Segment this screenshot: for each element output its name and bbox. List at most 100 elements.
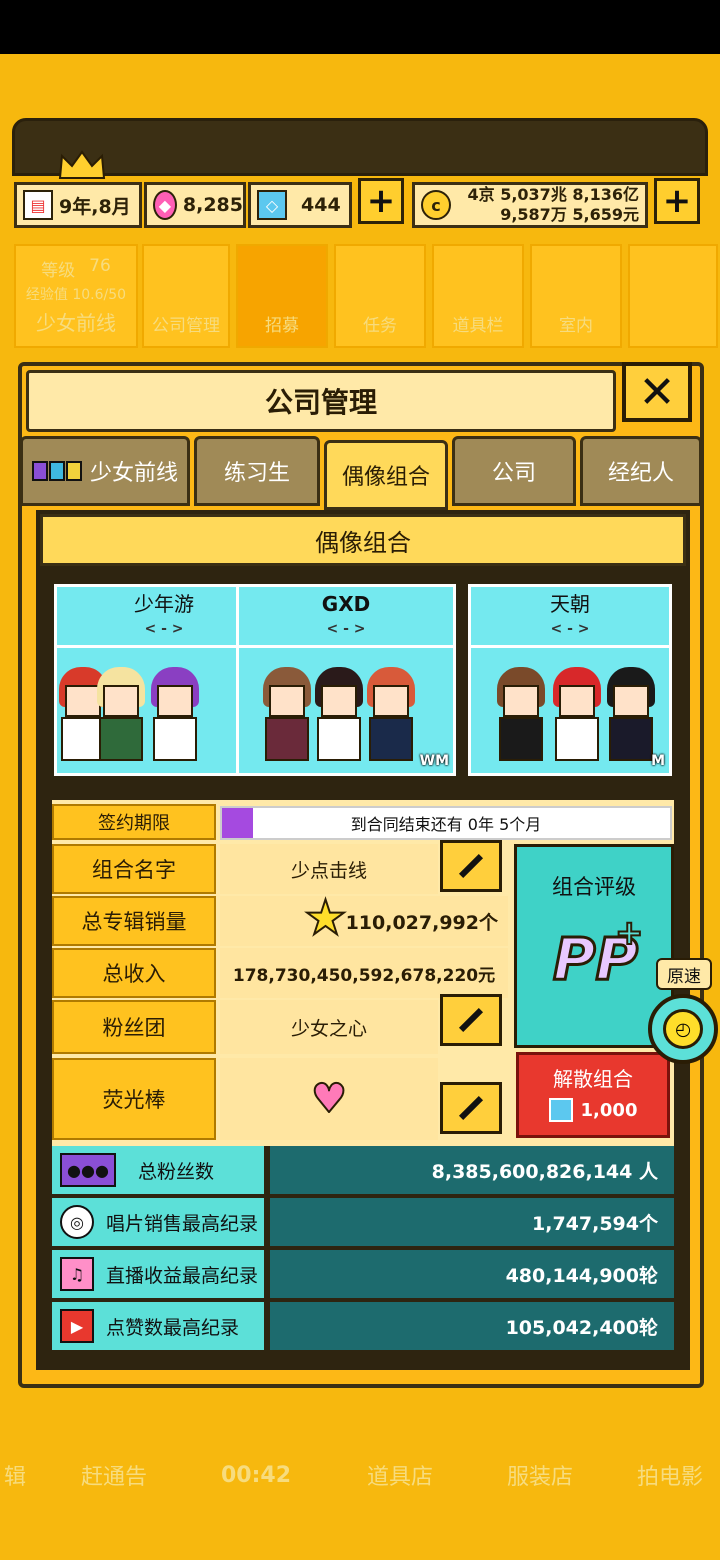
edit-group-name-button[interactable] <box>440 840 502 892</box>
lightstick-label: 荧光棒 <box>52 1058 216 1140</box>
bottom-item-timer-label: 00:42 <box>220 1462 292 1488</box>
speed-toggle-button[interactable]: ◴ <box>648 994 718 1064</box>
clock-icon: ◴ <box>663 1009 703 1049</box>
tab-company-label: 公司 <box>491 461 536 486</box>
group-card-3[interactable]: 天朝 < - > M <box>468 584 672 776</box>
tab-girls-frontline[interactable]: 少女前线 <box>20 436 190 506</box>
group-badge: WM <box>419 753 449 769</box>
stat-label-cell: ●●● 总粉丝数 <box>52 1146 264 1194</box>
gem-icon: ◆ <box>153 190 177 220</box>
heart-lightstick-icon: ♥ <box>310 1075 348 1123</box>
bottom-item-movie[interactable]: 拍电影 <box>620 1400 720 1550</box>
diamond-icon: ◇ <box>257 190 287 220</box>
group-card-name: GXD <box>321 592 371 616</box>
date-display: ▤ 9年,8月 <box>14 182 142 228</box>
crown-icon <box>58 150 106 180</box>
bottom-item-edit-label: 辑 <box>3 1465 26 1490</box>
top-banner <box>12 118 708 176</box>
stat-label: 唱片销售最高纪录 <box>106 1212 259 1235</box>
group-card-arrows[interactable]: < - > <box>471 621 669 637</box>
income-label: 总收入 <box>52 948 216 998</box>
lightstick-value: ♥ <box>220 1058 438 1140</box>
bottom-item-edit[interactable]: 辑 <box>0 1400 30 1550</box>
stat-label: 直播收益最高纪录 <box>106 1264 259 1287</box>
menu-tasks[interactable]: 任务 <box>334 244 426 348</box>
music-note-icon: ♫ <box>60 1257 94 1291</box>
bottom-item-clothes-label: 服装店 <box>506 1465 573 1490</box>
panel-header: 偶像组合 <box>40 514 686 566</box>
modal-title: 公司管理 <box>264 386 377 419</box>
contract-progress-bar: 到合同结束还有 0年 5个月 <box>220 806 672 840</box>
menu-recruit-label: 招募 <box>265 316 299 336</box>
add-diamonds-button[interactable]: + <box>358 178 404 224</box>
group-badge: M <box>651 753 665 769</box>
group-portrait <box>245 657 447 767</box>
money-line-1: 4京 5,037兆 8,136亿 <box>467 185 640 204</box>
exp-label: 经验值 10.6/50 <box>25 287 127 303</box>
income-label-text: 总收入 <box>102 962 166 986</box>
video-icon: ▶ <box>60 1309 94 1343</box>
album-sales-label: 总专辑销量 <box>52 896 216 946</box>
menu-items-label: 道具栏 <box>452 316 504 336</box>
diamonds-display: ◇ 444 <box>248 182 352 228</box>
group-portrait <box>59 657 265 767</box>
menu-mail[interactable] <box>628 244 718 348</box>
tab-idol-groups[interactable]: 偶像组合 <box>324 440 448 510</box>
bottom-item-schedule-label: 赶通告 <box>80 1465 147 1490</box>
group-name-text: 少点击线 <box>290 859 367 882</box>
stat-row-likes: ▶ 点赞数最高纪录 105,042,400轮 <box>52 1302 674 1350</box>
group-name-value: 少点击线 <box>220 844 438 894</box>
stat-row-live-income: ♫ 直播收益最高纪录 480,144,900轮 <box>52 1250 674 1298</box>
contract-label-text: 签约期限 <box>98 813 170 834</box>
menu-company-label: 公司管理 <box>152 316 220 336</box>
bottom-item-schedule[interactable]: 赶通告 <box>52 1400 176 1550</box>
add-money-button[interactable]: + <box>654 178 700 224</box>
gems-display: ◆ 8,285 <box>144 182 246 228</box>
group-card-2[interactable]: GXD < - > WM <box>236 584 456 776</box>
pencil-icon <box>458 1095 484 1121</box>
fan-club-text: 少女之心 <box>290 1017 367 1040</box>
tab-trainees[interactable]: 练习生 <box>194 436 320 506</box>
fan-club-value: 少女之心 <box>220 1000 438 1054</box>
money-display: c 4京 5,037兆 8,136亿 9,587万 5,659元 <box>412 182 648 228</box>
stat-value: 1,747,594个 <box>270 1198 674 1246</box>
card-divider <box>239 645 453 648</box>
close-button[interactable]: ✕ <box>622 362 692 422</box>
stat-label-cell: ▶ 点赞数最高纪录 <box>52 1302 264 1350</box>
dissolve-group-label: 解散组合 <box>553 1067 633 1091</box>
group-card-arrows[interactable]: < - > <box>239 621 453 637</box>
contract-label: 签约期限 <box>52 804 216 840</box>
edit-fan-club-button[interactable] <box>440 994 502 1046</box>
level-label: 等级 <box>41 261 76 281</box>
menu-interior[interactable]: 室内 <box>530 244 622 348</box>
group-rating-label: 组合评级 <box>552 875 636 899</box>
menu-company[interactable]: 公司管理 <box>142 244 230 348</box>
lightstick-label-text: 荧光棒 <box>102 1088 166 1112</box>
dissolve-group-button[interactable]: 解散组合 1,000 <box>516 1052 670 1138</box>
coin-icon: c <box>421 190 451 220</box>
stat-value: 8,385,600,826,144 人 <box>270 1146 674 1194</box>
tab-managers-label: 经纪人 <box>607 461 674 486</box>
tab-managers[interactable]: 经纪人 <box>580 436 702 506</box>
bottom-item-timer[interactable]: 00:42 <box>196 1400 316 1550</box>
calendar-icon: ▤ <box>23 190 53 220</box>
pencil-icon <box>458 853 484 879</box>
menu-recruit[interactable]: 招募 <box>236 244 328 348</box>
income-text: 178,730,450,592,678,220元 <box>232 965 496 986</box>
tab-girls-frontline-label: 少女前线 <box>89 461 178 486</box>
edit-lightstick-button[interactable] <box>440 1082 502 1134</box>
level-value: 76 <box>89 256 111 276</box>
group-name-label: 组合名字 <box>52 844 216 894</box>
album-sales-value: ★ 110,027,992个 <box>220 889 508 947</box>
bottom-item-clothes[interactable]: 服装店 <box>478 1400 602 1550</box>
modal-title-bar: 公司管理 <box>26 370 616 432</box>
menu-items[interactable]: 道具栏 <box>432 244 524 348</box>
speed-label-text: 原速 <box>667 966 701 987</box>
fan-club-label: 粉丝团 <box>52 1000 216 1054</box>
money-line-2: 9,587万 5,659元 <box>500 205 639 224</box>
bg-group-name: 少女前线 <box>36 311 116 335</box>
income-value: 178,730,450,592,678,220元 <box>220 948 508 998</box>
close-icon: ✕ <box>638 366 676 418</box>
bottom-item-shop[interactable]: 道具店 <box>338 1400 462 1550</box>
tab-company[interactable]: 公司 <box>452 436 576 506</box>
